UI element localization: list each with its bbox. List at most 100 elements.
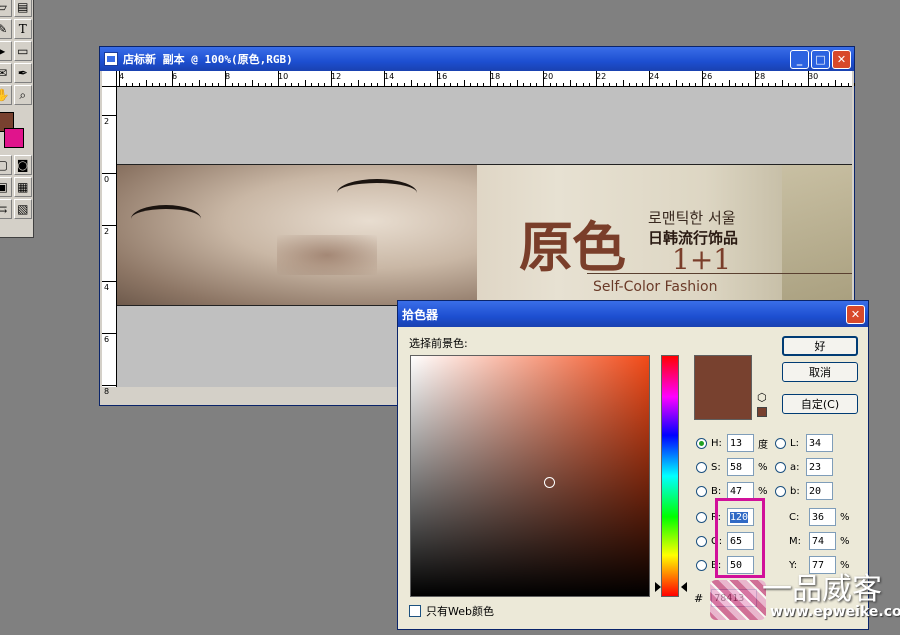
ruler-h-tick xyxy=(331,71,332,87)
ruler-h-minor-tick xyxy=(430,83,432,86)
ruler-h-minor-tick xyxy=(377,83,379,86)
hsb-row-h: H: 13 度 xyxy=(696,434,768,452)
ruler-h-minor-tick xyxy=(251,80,253,86)
ruler-h-minor-tick xyxy=(721,83,723,86)
document-titlebar[interactable]: 店标新 副本 @ 100%(原色,RGB) _ □ ✕ xyxy=(100,47,854,71)
web-only-option[interactable]: 只有Web颜色 xyxy=(409,603,494,619)
city-background xyxy=(782,165,852,305)
hue-slider-arrow-right[interactable] xyxy=(681,582,687,592)
ruler-h-minor-tick xyxy=(615,83,617,86)
ruler-h-label: 16 xyxy=(437,72,448,81)
ruler-h-minor-tick xyxy=(854,83,856,86)
vertical-ruler[interactable]: 2 0 2 4 6 8 xyxy=(102,87,117,396)
ruler-h-label: 26 xyxy=(702,72,713,81)
pen-icon[interactable]: ✎ xyxy=(0,19,12,39)
c-input[interactable]: 36 xyxy=(809,508,836,526)
standard-mode-icon[interactable]: ▢ xyxy=(0,155,12,175)
background-color-swatch[interactable] xyxy=(4,128,24,148)
s-radio[interactable] xyxy=(696,461,707,473)
web-safe-cube-icon[interactable]: ⬡ xyxy=(757,391,767,404)
ruler-h-minor-tick xyxy=(191,83,193,86)
web-only-checkbox[interactable] xyxy=(409,605,421,617)
lab-row-b: b: 20 xyxy=(775,482,833,500)
maximize-button[interactable]: □ xyxy=(811,49,830,69)
l-input[interactable]: 34 xyxy=(806,434,833,452)
notes-icon[interactable]: ✉ xyxy=(0,63,12,83)
h-radio[interactable] xyxy=(696,437,707,449)
ruler-v-label: 8 xyxy=(104,387,110,396)
a-input[interactable]: 23 xyxy=(806,458,833,476)
h-input[interactable]: 13 xyxy=(727,434,754,452)
ruler-h-minor-tick xyxy=(271,83,273,86)
ruler-v-label: 2 xyxy=(104,117,110,126)
r-radio[interactable] xyxy=(696,511,707,523)
ruler-h-minor-tick xyxy=(410,80,412,86)
ruler-h-minor-tick xyxy=(450,83,452,86)
lab-b-radio[interactable] xyxy=(775,485,786,497)
ruler-h-minor-tick xyxy=(622,80,624,86)
hue-slider[interactable] xyxy=(661,355,679,597)
gradient-icon[interactable]: ▤ xyxy=(13,0,32,17)
path-select-icon[interactable]: ▸ xyxy=(0,41,12,61)
color-field[interactable] xyxy=(410,355,650,597)
ruler-v-tick xyxy=(102,225,117,226)
b-label: B: xyxy=(711,485,722,497)
ok-button[interactable]: 好 xyxy=(782,336,858,356)
color-picker-title: 拾色器 xyxy=(402,307,439,322)
lab-b-input[interactable]: 20 xyxy=(806,482,833,500)
full-screen-icon[interactable]: ▦ xyxy=(13,177,32,197)
ruler-h-minor-tick xyxy=(582,83,584,86)
brand-number: 1+1 xyxy=(672,243,732,276)
a-radio[interactable] xyxy=(775,461,786,473)
custom-button[interactable]: 自定(C) xyxy=(782,394,858,414)
hue-slider-arrow-left[interactable] xyxy=(655,582,661,592)
shape-icon[interactable]: ▭ xyxy=(13,41,32,61)
zoom-icon[interactable]: ⌕ xyxy=(13,85,32,105)
g-radio[interactable] xyxy=(696,535,707,547)
quick-mask-icon[interactable]: ◙ xyxy=(13,155,32,175)
ruler-h-minor-tick xyxy=(231,83,233,86)
jump-to-imageready-icon[interactable]: ⇆ xyxy=(0,199,12,219)
close-button[interactable]: ✕ xyxy=(832,49,851,69)
ruler-v-tick xyxy=(102,173,117,174)
color-field-cursor[interactable] xyxy=(544,477,555,488)
ruler-h-minor-tick xyxy=(496,83,498,86)
m-input[interactable]: 74 xyxy=(809,532,836,550)
horizontal-ruler[interactable]: 4 6 8 10 12 14 16 18 20 22 24 26 28 30 xyxy=(117,71,856,87)
ruler-h-minor-tick xyxy=(211,83,213,86)
ruler-h-minor-tick xyxy=(357,80,359,86)
shop-banner-image: 原色 로맨틱한 서울 日韩流行饰品 1+1 Self-Color Fashion xyxy=(117,164,852,306)
imageready-icon[interactable]: ▧ xyxy=(13,199,32,219)
b-radio[interactable] xyxy=(696,485,707,497)
color-picker-close-button[interactable]: ✕ xyxy=(846,304,865,324)
color-picker-titlebar[interactable]: 拾色器 ✕ xyxy=(398,301,868,327)
ruler-h-tick xyxy=(755,71,756,87)
ruler-h-minor-tick xyxy=(801,83,803,86)
ruler-h-minor-tick xyxy=(549,83,551,86)
toolbox: ▱ ▤ ✎ T ▸ ▭ ✉ ✒ ✋ ⌕ ▢ ◙ ▣ ▦ ⇆ ▧ xyxy=(0,0,34,238)
l-radio[interactable] xyxy=(775,437,786,449)
lab-row-l: L: 34 xyxy=(775,434,833,452)
watermark-logo-text: 一品威客 xyxy=(762,572,882,607)
minimize-button[interactable]: _ xyxy=(790,49,809,69)
ruler-h-minor-tick xyxy=(715,83,717,86)
ruler-h-minor-tick xyxy=(370,83,372,86)
cancel-button[interactable]: 取消 xyxy=(782,362,858,382)
s-input[interactable]: 58 xyxy=(727,458,754,476)
eraser-icon[interactable]: ▱ xyxy=(0,0,12,17)
c-label: C: xyxy=(789,511,800,523)
type-icon[interactable]: T xyxy=(13,19,32,39)
ruler-h-minor-tick xyxy=(529,83,531,86)
screen-mode-icon[interactable]: ▣ xyxy=(0,177,12,197)
a-label: a: xyxy=(790,461,800,473)
web-safe-swatch[interactable] xyxy=(757,407,767,417)
brand-divider xyxy=(587,273,852,274)
hand-icon[interactable]: ✋ xyxy=(0,85,12,105)
ruler-h-tick xyxy=(543,71,544,87)
ruler-h-minor-tick xyxy=(397,83,399,86)
ruler-h-minor-tick xyxy=(834,80,836,86)
ruler-h-label: 22 xyxy=(596,72,607,81)
eyedropper-icon[interactable]: ✒ xyxy=(13,63,32,83)
ruler-corner[interactable] xyxy=(102,71,117,87)
ruler-h-minor-tick xyxy=(483,83,485,86)
